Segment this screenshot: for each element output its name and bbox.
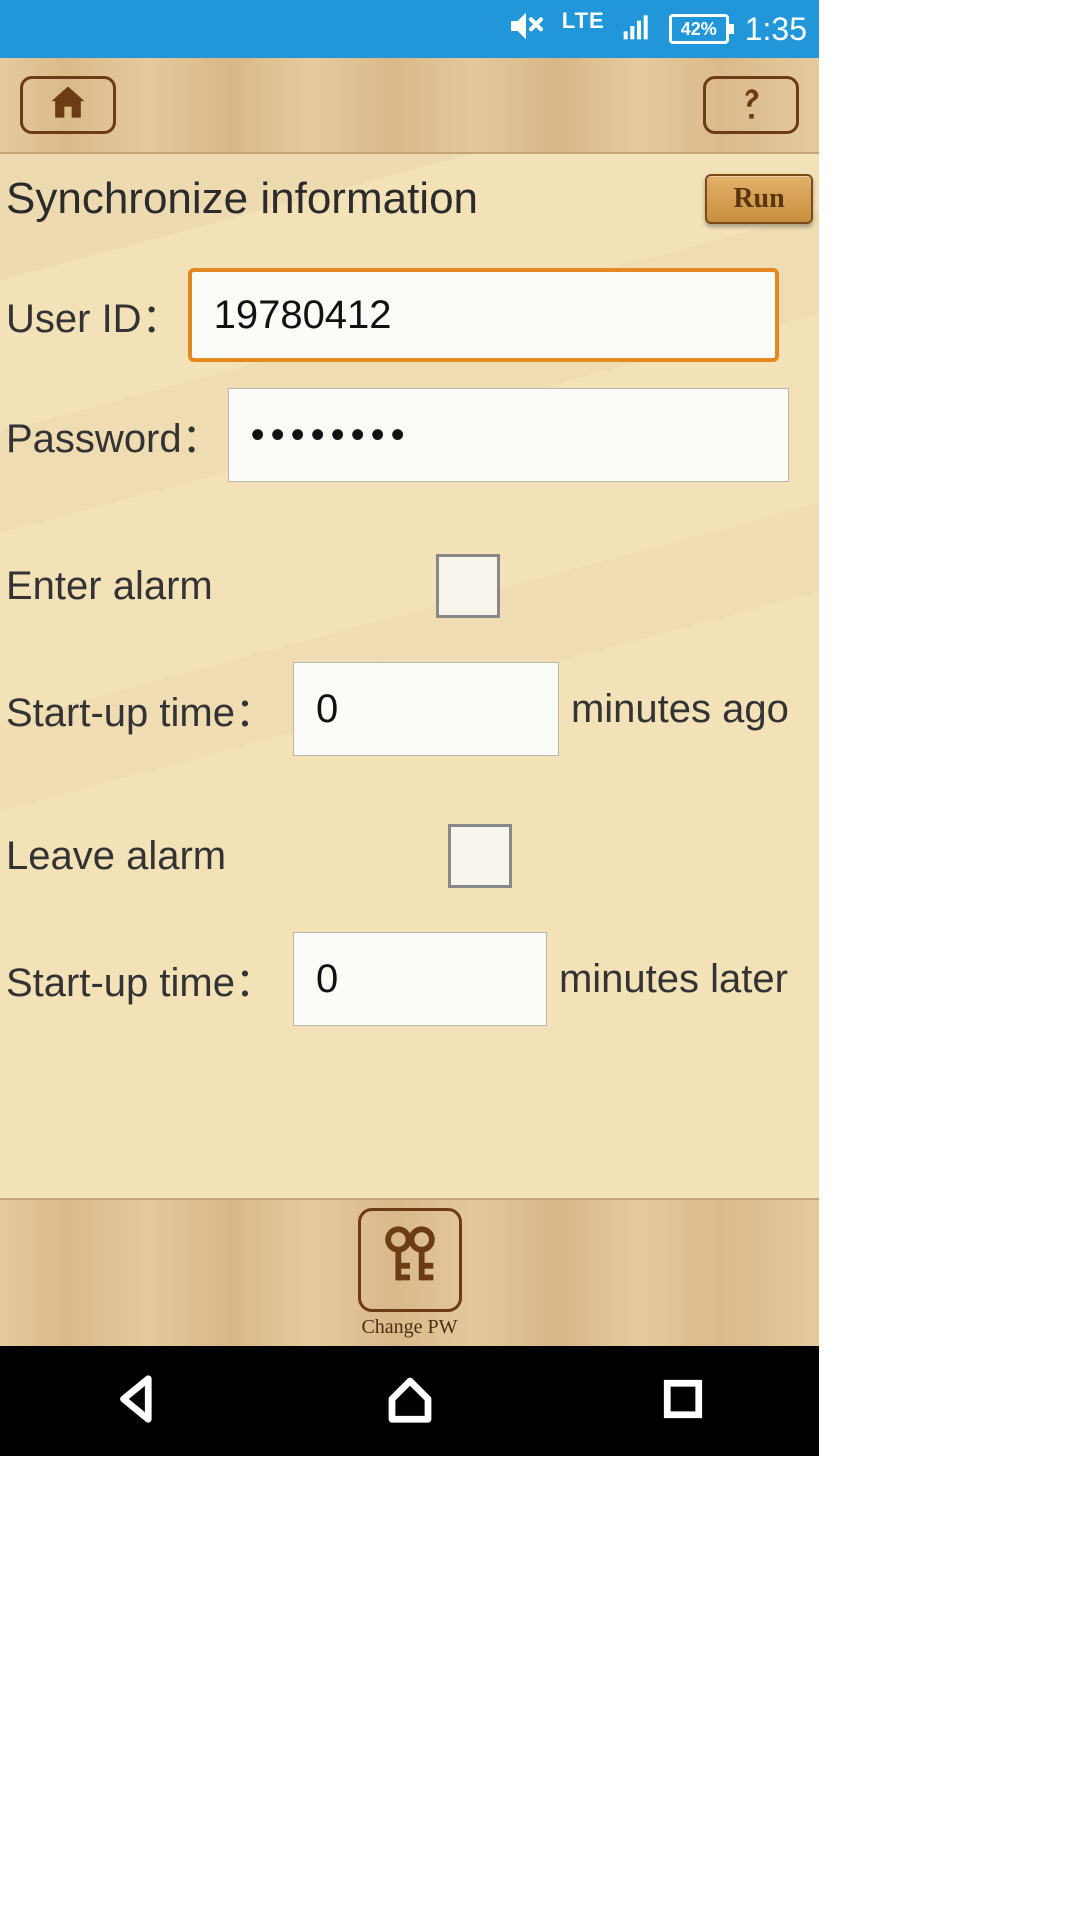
volume-mute-icon — [506, 6, 546, 53]
enter-alarm-checkbox[interactable] — [436, 554, 500, 618]
battery-indicator: 42% — [669, 14, 729, 44]
user-id-label: User ID： — [6, 286, 182, 344]
bottom-toolbar: Change PW — [0, 1198, 819, 1346]
startup-time-2-suffix: minutes later — [559, 957, 788, 1002]
change-password-label: Change PW — [361, 1316, 457, 1339]
keys-icon — [375, 1222, 445, 1297]
question-mark-icon — [729, 81, 773, 130]
main-content: Synchronize information Run User ID： Pas… — [0, 154, 819, 1198]
section-header: Synchronize information Run — [0, 154, 819, 234]
leave-alarm-label: Leave alarm — [6, 834, 448, 879]
page-title: Synchronize information — [6, 174, 478, 224]
home-icon — [46, 81, 90, 130]
battery-level-label: 42% — [669, 14, 729, 44]
change-password-button[interactable] — [358, 1208, 462, 1312]
signal-strength-icon — [621, 10, 653, 49]
run-button[interactable]: Run — [705, 174, 813, 224]
startup-time-1-label: Start-up time： — [6, 680, 275, 738]
network-type-label: LTE — [562, 8, 605, 34]
password-input[interactable] — [228, 388, 789, 482]
startup-time-2-label: Start-up time： — [6, 950, 275, 1008]
password-label: Password： — [6, 406, 222, 464]
leave-alarm-checkbox[interactable] — [448, 824, 512, 888]
startup-time-2-input[interactable] — [293, 932, 547, 1026]
clock-label: 1:35 — [745, 11, 807, 48]
help-button[interactable] — [703, 76, 799, 134]
nav-recent-button[interactable] — [656, 1372, 710, 1431]
enter-alarm-label: Enter alarm — [6, 564, 436, 609]
home-button[interactable] — [20, 76, 116, 134]
android-status-bar: LTE 42% 1:35 — [0, 0, 819, 58]
android-nav-bar — [0, 1346, 819, 1456]
nav-home-button[interactable] — [383, 1372, 437, 1431]
nav-back-button[interactable] — [110, 1372, 164, 1431]
user-id-input[interactable] — [188, 268, 779, 362]
app-toolbar — [0, 58, 819, 154]
startup-time-1-suffix: minutes ago — [571, 687, 789, 732]
startup-time-1-input[interactable] — [293, 662, 559, 756]
